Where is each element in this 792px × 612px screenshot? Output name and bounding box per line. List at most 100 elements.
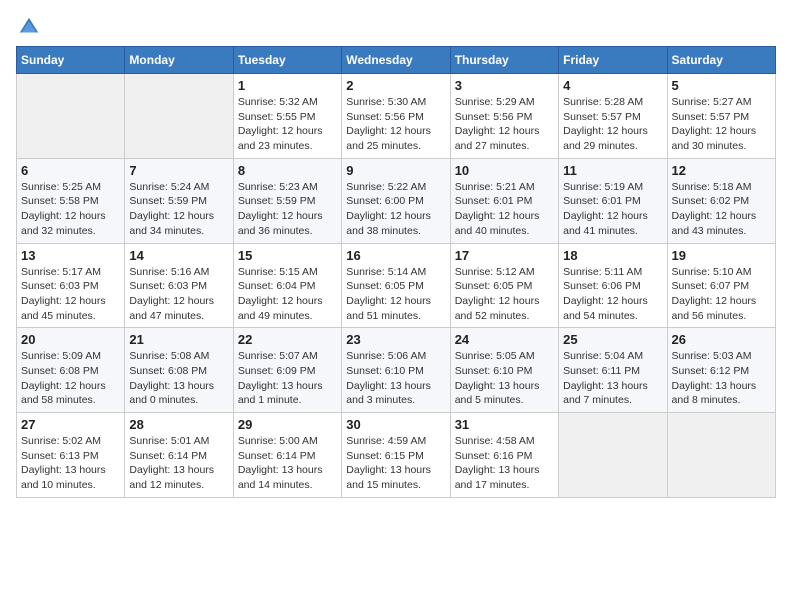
day-info: Sunrise: 5:29 AM Sunset: 5:56 PM Dayligh… xyxy=(455,95,554,154)
calendar-cell: 22 Sunrise: 5:07 AM Sunset: 6:09 PM Dayli… xyxy=(233,328,341,413)
day-number: 9 xyxy=(346,163,445,178)
calendar-cell: 29Sunrise: 5:00 AM Sunset: 6:14 PM Dayli… xyxy=(233,413,341,498)
day-info: Sunrise: 4:59 AM Sunset: 6:15 PM Dayligh… xyxy=(346,434,445,493)
calendar-cell: 3 Sunrise: 5:29 AM Sunset: 5:56 PM Daylig… xyxy=(450,74,558,159)
calendar-cell: 18Sunrise: 5:11 AM Sunset: 6:06 PM Dayli… xyxy=(559,243,667,328)
day-info: Sunrise: 5:19 AM Sunset: 6:01 PM Dayligh… xyxy=(563,180,662,239)
calendar-header-row: SundayMondayTuesdayWednesdayThursdayFrid… xyxy=(17,47,776,74)
day-info: Sunrise: 5:10 AM Sunset: 6:07 PM Dayligh… xyxy=(672,265,771,324)
day-info: Sunrise: 5:25 AM Sunset: 5:58 PM Dayligh… xyxy=(21,180,120,239)
calendar-cell: 24 Sunrise: 5:05 AM Sunset: 6:10 PM Dayli… xyxy=(450,328,558,413)
day-number: 3 xyxy=(455,78,554,93)
day-info: Sunrise: 5:18 AM Sunset: 6:02 PM Dayligh… xyxy=(672,180,771,239)
day-info: Sunrise: 5:24 AM Sunset: 5:59 PM Dayligh… xyxy=(129,180,228,239)
day-info: Sunrise: 5:17 AM Sunset: 6:03 PM Dayligh… xyxy=(21,265,120,324)
day-info: Sunrise: 5:08 AM Sunset: 6:08 PM Dayligh… xyxy=(129,349,228,408)
calendar-week-row: 6 Sunrise: 5:25 AM Sunset: 5:58 PM Daylig… xyxy=(17,158,776,243)
calendar-cell: 25Sunrise: 5:04 AM Sunset: 6:11 PM Dayli… xyxy=(559,328,667,413)
day-number: 26 xyxy=(672,332,771,347)
day-info: Sunrise: 5:02 AM Sunset: 6:13 PM Dayligh… xyxy=(21,434,120,493)
calendar-cell: 5 Sunrise: 5:27 AM Sunset: 5:57 PM Daylig… xyxy=(667,74,775,159)
day-info: Sunrise: 5:04 AM Sunset: 6:11 PM Dayligh… xyxy=(563,349,662,408)
day-number: 19 xyxy=(672,248,771,263)
calendar-cell: 30 Sunrise: 4:59 AM Sunset: 6:15 PM Dayli… xyxy=(342,413,450,498)
calendar-cell xyxy=(559,413,667,498)
calendar-cell: 26 Sunrise: 5:03 AM Sunset: 6:12 PM Dayli… xyxy=(667,328,775,413)
day-number: 22 xyxy=(238,332,337,347)
header xyxy=(16,16,776,38)
day-number: 15 xyxy=(238,248,337,263)
day-number: 14 xyxy=(129,248,228,263)
day-info: Sunrise: 5:27 AM Sunset: 5:57 PM Dayligh… xyxy=(672,95,771,154)
calendar-cell xyxy=(125,74,233,159)
calendar-cell: 21 Sunrise: 5:08 AM Sunset: 6:08 PM Dayli… xyxy=(125,328,233,413)
day-number: 13 xyxy=(21,248,120,263)
calendar: SundayMondayTuesdayWednesdayThursdayFrid… xyxy=(16,46,776,498)
day-number: 6 xyxy=(21,163,120,178)
day-info: Sunrise: 5:21 AM Sunset: 6:01 PM Dayligh… xyxy=(455,180,554,239)
calendar-week-row: 1Sunrise: 5:32 AM Sunset: 5:55 PM Daylig… xyxy=(17,74,776,159)
calendar-cell: 17 Sunrise: 5:12 AM Sunset: 6:05 PM Dayli… xyxy=(450,243,558,328)
day-of-week-header: Friday xyxy=(559,47,667,74)
calendar-cell: 14 Sunrise: 5:16 AM Sunset: 6:03 PM Dayli… xyxy=(125,243,233,328)
day-number: 28 xyxy=(129,417,228,432)
day-of-week-header: Monday xyxy=(125,47,233,74)
day-number: 5 xyxy=(672,78,771,93)
day-info: Sunrise: 4:58 AM Sunset: 6:16 PM Dayligh… xyxy=(455,434,554,493)
calendar-cell: 31Sunrise: 4:58 AM Sunset: 6:16 PM Dayli… xyxy=(450,413,558,498)
calendar-cell: 13 Sunrise: 5:17 AM Sunset: 6:03 PM Dayli… xyxy=(17,243,125,328)
logo xyxy=(16,16,40,38)
calendar-cell: 10 Sunrise: 5:21 AM Sunset: 6:01 PM Dayli… xyxy=(450,158,558,243)
day-of-week-header: Saturday xyxy=(667,47,775,74)
day-info: Sunrise: 5:00 AM Sunset: 6:14 PM Dayligh… xyxy=(238,434,337,493)
day-number: 4 xyxy=(563,78,662,93)
day-info: Sunrise: 5:23 AM Sunset: 5:59 PM Dayligh… xyxy=(238,180,337,239)
calendar-week-row: 13 Sunrise: 5:17 AM Sunset: 6:03 PM Dayli… xyxy=(17,243,776,328)
day-info: Sunrise: 5:01 AM Sunset: 6:14 PM Dayligh… xyxy=(129,434,228,493)
day-info: Sunrise: 5:32 AM Sunset: 5:55 PM Dayligh… xyxy=(238,95,337,154)
day-number: 21 xyxy=(129,332,228,347)
day-number: 17 xyxy=(455,248,554,263)
calendar-cell: 23 Sunrise: 5:06 AM Sunset: 6:10 PM Dayli… xyxy=(342,328,450,413)
day-number: 23 xyxy=(346,332,445,347)
day-of-week-header: Wednesday xyxy=(342,47,450,74)
day-info: Sunrise: 5:22 AM Sunset: 6:00 PM Dayligh… xyxy=(346,180,445,239)
calendar-cell: 11Sunrise: 5:19 AM Sunset: 6:01 PM Dayli… xyxy=(559,158,667,243)
calendar-cell: 8 Sunrise: 5:23 AM Sunset: 5:59 PM Daylig… xyxy=(233,158,341,243)
calendar-cell: 12 Sunrise: 5:18 AM Sunset: 6:02 PM Dayli… xyxy=(667,158,775,243)
calendar-week-row: 27 Sunrise: 5:02 AM Sunset: 6:13 PM Dayli… xyxy=(17,413,776,498)
day-info: Sunrise: 5:15 AM Sunset: 6:04 PM Dayligh… xyxy=(238,265,337,324)
day-number: 8 xyxy=(238,163,337,178)
day-info: Sunrise: 5:07 AM Sunset: 6:09 PM Dayligh… xyxy=(238,349,337,408)
day-info: Sunrise: 5:16 AM Sunset: 6:03 PM Dayligh… xyxy=(129,265,228,324)
day-info: Sunrise: 5:05 AM Sunset: 6:10 PM Dayligh… xyxy=(455,349,554,408)
calendar-cell: 1Sunrise: 5:32 AM Sunset: 5:55 PM Daylig… xyxy=(233,74,341,159)
day-number: 27 xyxy=(21,417,120,432)
calendar-cell: 27 Sunrise: 5:02 AM Sunset: 6:13 PM Dayli… xyxy=(17,413,125,498)
day-number: 2 xyxy=(346,78,445,93)
calendar-week-row: 20 Sunrise: 5:09 AM Sunset: 6:08 PM Dayli… xyxy=(17,328,776,413)
day-number: 16 xyxy=(346,248,445,263)
calendar-cell: 2Sunrise: 5:30 AM Sunset: 5:56 PM Daylig… xyxy=(342,74,450,159)
calendar-cell: 6 Sunrise: 5:25 AM Sunset: 5:58 PM Daylig… xyxy=(17,158,125,243)
logo-icon xyxy=(18,16,40,38)
day-number: 10 xyxy=(455,163,554,178)
day-of-week-header: Sunday xyxy=(17,47,125,74)
calendar-cell: 4Sunrise: 5:28 AM Sunset: 5:57 PM Daylig… xyxy=(559,74,667,159)
day-info: Sunrise: 5:09 AM Sunset: 6:08 PM Dayligh… xyxy=(21,349,120,408)
day-number: 7 xyxy=(129,163,228,178)
calendar-cell: 19 Sunrise: 5:10 AM Sunset: 6:07 PM Dayli… xyxy=(667,243,775,328)
day-of-week-header: Thursday xyxy=(450,47,558,74)
day-number: 12 xyxy=(672,163,771,178)
day-number: 24 xyxy=(455,332,554,347)
calendar-cell xyxy=(667,413,775,498)
day-info: Sunrise: 5:12 AM Sunset: 6:05 PM Dayligh… xyxy=(455,265,554,324)
day-of-week-header: Tuesday xyxy=(233,47,341,74)
day-info: Sunrise: 5:06 AM Sunset: 6:10 PM Dayligh… xyxy=(346,349,445,408)
calendar-cell: 16Sunrise: 5:14 AM Sunset: 6:05 PM Dayli… xyxy=(342,243,450,328)
day-number: 20 xyxy=(21,332,120,347)
calendar-cell: 20 Sunrise: 5:09 AM Sunset: 6:08 PM Dayli… xyxy=(17,328,125,413)
day-number: 30 xyxy=(346,417,445,432)
calendar-cell: 9 Sunrise: 5:22 AM Sunset: 6:00 PM Daylig… xyxy=(342,158,450,243)
day-info: Sunrise: 5:03 AM Sunset: 6:12 PM Dayligh… xyxy=(672,349,771,408)
